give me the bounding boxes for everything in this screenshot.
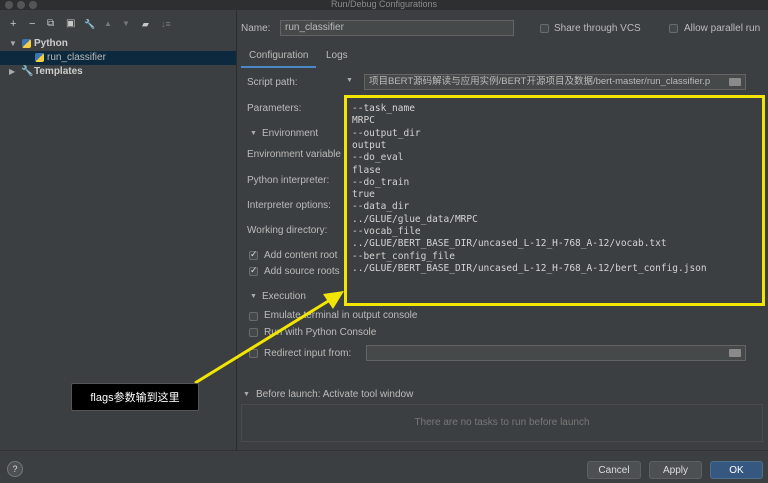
execution-section-title: Execution: [262, 291, 306, 302]
folder-icon[interactable]: [729, 349, 741, 357]
parameter-line: --task_name: [352, 103, 415, 114]
parameter-line: flase: [352, 164, 381, 176]
tab-configuration[interactable]: Configuration: [241, 46, 317, 68]
chevron-down-icon[interactable]: ▼: [250, 293, 257, 300]
run-with-console-label: Run with Python Console: [264, 327, 377, 338]
run-with-console-checkbox[interactable]: [249, 328, 258, 337]
parameter-line: --vocab_file: [352, 226, 421, 237]
tree-item-run-classifier-label: run_classifier: [47, 52, 106, 63]
env-vars-label: Environment variable: [247, 149, 341, 160]
parameter-line: ../GLUE/BERT_BASE_DIR/uncased_L-12_H-768…: [352, 238, 667, 250]
redirect-input-field[interactable]: [366, 345, 746, 361]
parameter-line: --output_dir: [352, 127, 421, 139]
move-up-button[interactable]: ▲: [104, 18, 112, 30]
tab-logs[interactable]: Logs: [318, 46, 356, 66]
name-label: Name:: [241, 23, 271, 34]
emulate-terminal-label: Emulate terminal in output console: [264, 310, 418, 321]
add-content-roots-label: Add content root: [264, 250, 338, 261]
annotation-label: flags参数输到这里: [71, 383, 199, 411]
parameter-line: --data_dir: [352, 201, 410, 213]
emulate-terminal-checkbox[interactable]: [249, 312, 258, 321]
parameter-line: --do_eval: [352, 152, 404, 164]
move-down-button[interactable]: ▼: [122, 18, 130, 30]
parameters-label: Parameters:: [247, 103, 302, 114]
parameter-line: MRPC: [352, 115, 375, 127]
add-content-roots-checkbox[interactable]: [249, 249, 258, 260]
dialog-button-bar: ? Cancel Apply OK: [0, 450, 768, 483]
before-launch-title: Before launch: Activate tool window: [256, 389, 414, 400]
chevron-down-icon[interactable]: ▼: [243, 391, 250, 398]
name-input[interactable]: run_classifier: [280, 20, 514, 36]
wrench-icon: 🔧: [21, 66, 34, 77]
tab-bar: Configuration Logs: [237, 46, 768, 68]
save-configuration-button[interactable]: ▣: [66, 18, 75, 30]
python-icon: [35, 53, 44, 62]
add-source-roots-checkbox[interactable]: [249, 265, 258, 276]
redirect-input-label: Redirect input from:: [264, 348, 352, 359]
working-directory-label: Working directory:: [247, 225, 328, 236]
chevron-down-icon[interactable]: ▼: [250, 130, 257, 137]
apply-button[interactable]: Apply: [649, 461, 702, 479]
python-icon: [22, 39, 31, 48]
before-launch-empty-text: There are no tasks to run before launch: [414, 417, 590, 428]
share-vcs-label: Share through VCS: [554, 23, 641, 34]
python-interpreter-label: Python interpreter:: [247, 175, 330, 186]
parameter-line: ../GLUE/glue_data/MRPC: [352, 213, 478, 225]
chevron-down-icon[interactable]: ▼: [346, 77, 353, 84]
parameter-line: true: [352, 189, 375, 201]
sort-icon[interactable]: ↓≡: [161, 18, 171, 30]
ok-button[interactable]: OK: [710, 461, 763, 479]
parameters-editor[interactable]: --task_name MRPC --output_dir output --do_ev…: [344, 95, 765, 306]
parameter-line: output: [352, 139, 387, 151]
before-launch-task-list[interactable]: There are no tasks to run before launch: [241, 404, 763, 442]
folder-icon[interactable]: [729, 78, 741, 86]
window-title-bar: Run/Debug Configurations: [0, 0, 768, 10]
parameter-line: --bert_config_file: [352, 250, 455, 262]
allow-parallel-label: Allow parallel run: [684, 23, 761, 34]
interpreter-options-label: Interpreter options:: [247, 200, 331, 211]
add-source-roots-label: Add source roots: [264, 266, 340, 277]
tree-item-templates-label: Templates: [34, 66, 83, 77]
remove-configuration-button[interactable]: −: [29, 18, 35, 30]
tree-item-python-label: Python: [34, 38, 68, 49]
chevron-right-icon[interactable]: ▶: [9, 65, 15, 79]
tree-item-python[interactable]: ▼ Python: [0, 37, 236, 51]
window-title: Run/Debug Configurations: [330, 0, 438, 9]
parameter-line: ../GLUE/BERT_BASE_DIR/uncased_L-12_H-768…: [352, 262, 707, 274]
allow-parallel-checkbox[interactable]: [669, 24, 678, 33]
parameter-line: --do_train: [352, 176, 410, 188]
folder-icon[interactable]: ▰: [142, 18, 149, 30]
share-vcs-checkbox[interactable]: [540, 24, 549, 33]
tree-item-run-classifier[interactable]: run_classifier: [0, 51, 236, 65]
script-path-input[interactable]: 项目BERT源码解读与应用实例/BERT开源项目及数据/bert-master/…: [364, 74, 746, 90]
chevron-down-icon[interactable]: ▼: [9, 37, 17, 51]
edit-defaults-icon[interactable]: 🔧: [84, 18, 95, 30]
tree-item-templates[interactable]: ▶ 🔧 Templates: [0, 65, 236, 79]
cancel-button[interactable]: Cancel: [587, 461, 641, 479]
help-button[interactable]: ?: [7, 461, 23, 477]
script-path-label: Script path:: [247, 77, 298, 88]
environment-section-title: Environment: [262, 128, 319, 139]
redirect-input-checkbox[interactable]: [249, 349, 258, 358]
add-configuration-button[interactable]: +: [10, 18, 16, 30]
copy-configuration-button[interactable]: ⧉: [47, 18, 54, 30]
